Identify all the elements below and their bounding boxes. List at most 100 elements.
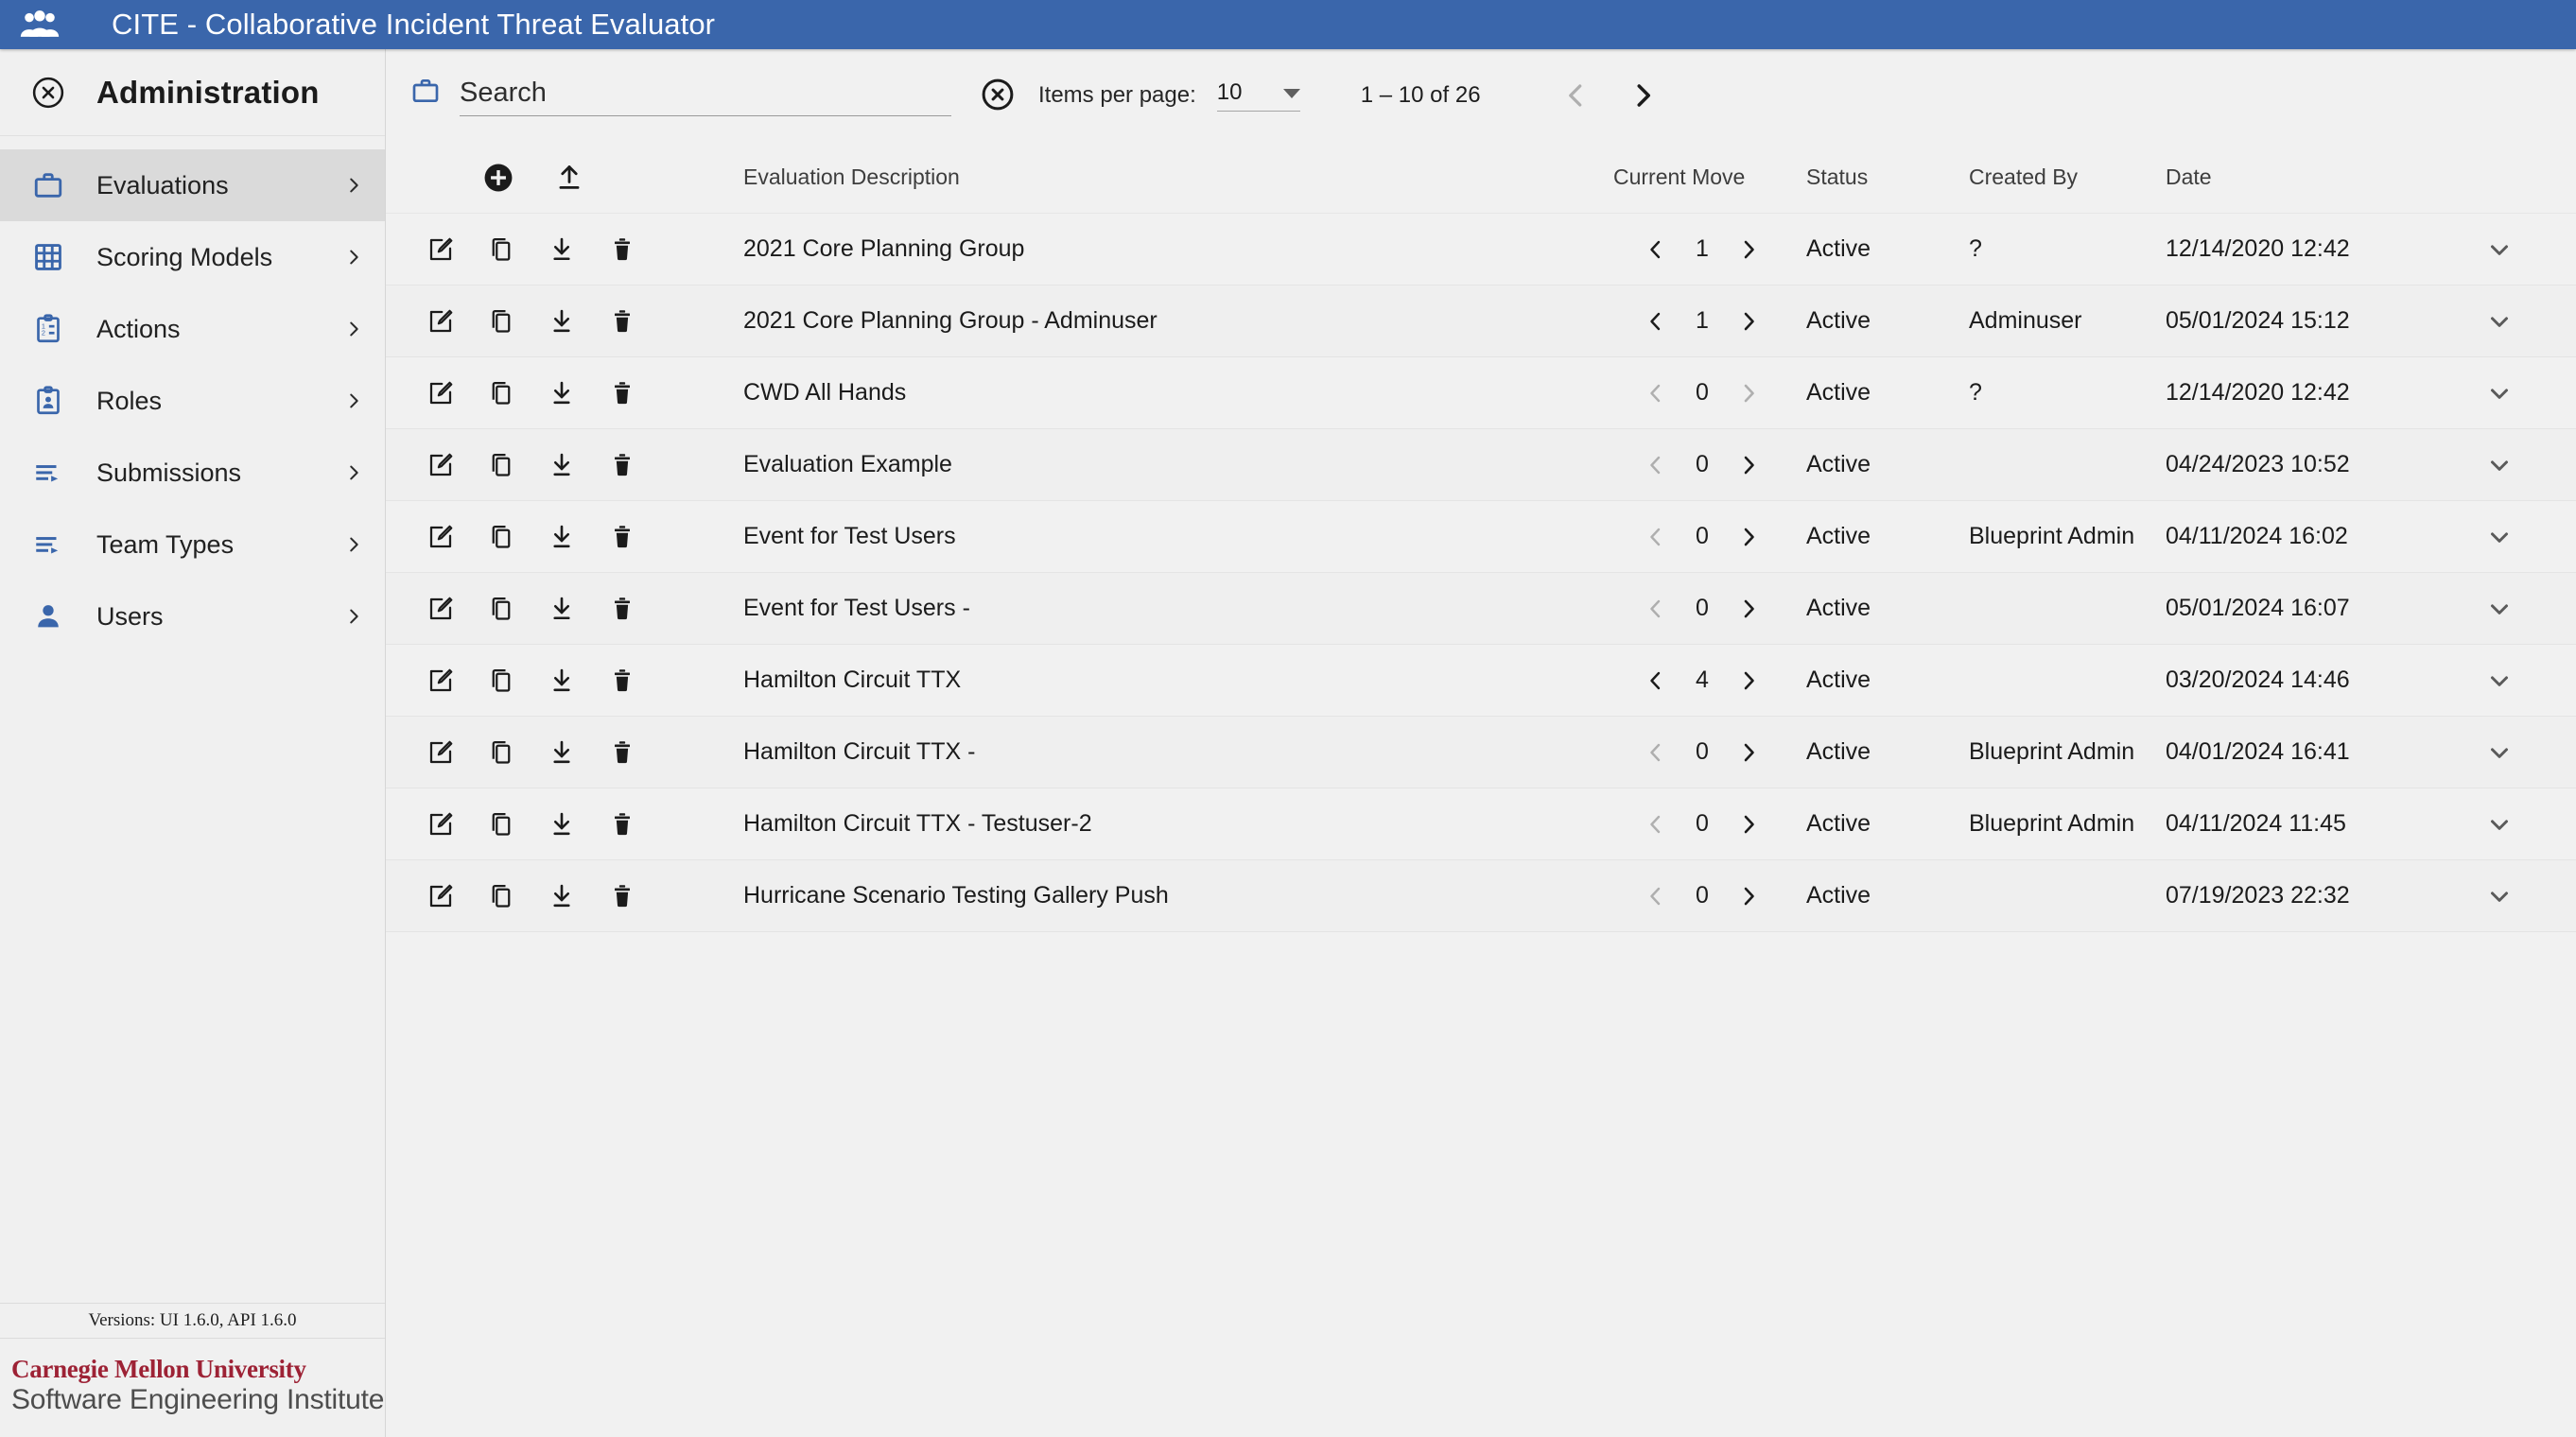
table-row[interactable]: 2021 Core Planning Group1Active?12/14/20…: [386, 214, 2576, 286]
row-expand-button[interactable]: [2447, 667, 2551, 695]
delete-row-button[interactable]: [592, 722, 653, 783]
move-next-button[interactable]: [1723, 583, 1774, 634]
edit-row-button[interactable]: [410, 219, 471, 280]
row-status: Active: [1791, 738, 1967, 766]
edit-row-button[interactable]: [410, 291, 471, 352]
delete-row-button[interactable]: [592, 507, 653, 567]
sidebar-item-evaluations[interactable]: Evaluations: [0, 149, 385, 221]
copy-row-button[interactable]: [471, 219, 531, 280]
row-expand-button[interactable]: [2447, 595, 2551, 623]
table-row[interactable]: Evaluation Example0Active04/24/2023 10:5…: [386, 429, 2576, 501]
move-previous-button[interactable]: [1630, 727, 1681, 778]
delete-row-button[interactable]: [592, 363, 653, 424]
clear-search-button[interactable]: [980, 77, 1016, 113]
move-previous-button[interactable]: [1630, 440, 1681, 491]
row-actions: [410, 435, 734, 495]
edit-row-button[interactable]: [410, 363, 471, 424]
row-expand-button[interactable]: [2447, 235, 2551, 264]
table-row[interactable]: Event for Test Users0ActiveBlueprint Adm…: [386, 501, 2576, 573]
edit-row-button[interactable]: [410, 507, 471, 567]
delete-row-button[interactable]: [592, 650, 653, 711]
row-current-move: 0: [1613, 368, 1791, 419]
delete-row-button[interactable]: [592, 435, 653, 495]
previous-page-button[interactable]: [1543, 62, 1610, 129]
row-expand-button[interactable]: [2447, 523, 2551, 551]
row-expand-button[interactable]: [2447, 307, 2551, 336]
table-row[interactable]: Hamilton Circuit TTX - Testuser-20Active…: [386, 788, 2576, 860]
row-expand-button[interactable]: [2447, 738, 2551, 767]
download-row-button[interactable]: [531, 507, 592, 567]
delete-row-button[interactable]: [592, 794, 653, 855]
download-row-button[interactable]: [531, 650, 592, 711]
delete-row-button[interactable]: [592, 579, 653, 639]
copy-row-button[interactable]: [471, 722, 531, 783]
download-row-button[interactable]: [531, 363, 592, 424]
edit-row-button[interactable]: [410, 866, 471, 926]
delete-row-button[interactable]: [592, 866, 653, 926]
row-expand-button[interactable]: [2447, 810, 2551, 839]
upload-icon[interactable]: [554, 163, 584, 193]
copy-row-button[interactable]: [471, 579, 531, 639]
delete-row-button[interactable]: [592, 291, 653, 352]
move-next-button[interactable]: [1723, 511, 1774, 563]
move-previous-button[interactable]: [1630, 655, 1681, 706]
copy-row-button[interactable]: [471, 866, 531, 926]
row-expand-button[interactable]: [2447, 379, 2551, 407]
copy-row-button[interactable]: [471, 650, 531, 711]
edit-row-button[interactable]: [410, 794, 471, 855]
edit-row-button[interactable]: [410, 579, 471, 639]
sidebar-item-submissions[interactable]: Submissions: [0, 437, 385, 509]
sidebar-item-scoring-models[interactable]: Scoring Models: [0, 221, 385, 293]
copy-row-button[interactable]: [471, 435, 531, 495]
download-row-button[interactable]: [531, 219, 592, 280]
row-expand-button[interactable]: [2447, 882, 2551, 910]
move-previous-button[interactable]: [1630, 583, 1681, 634]
move-next-button[interactable]: [1723, 368, 1774, 419]
search-input[interactable]: Search: [460, 78, 951, 116]
move-previous-button[interactable]: [1630, 871, 1681, 922]
move-next-button[interactable]: [1723, 799, 1774, 850]
copy-row-button[interactable]: [471, 794, 531, 855]
add-circle-icon[interactable]: [482, 162, 514, 194]
copy-row-button[interactable]: [471, 507, 531, 567]
move-previous-button[interactable]: [1630, 511, 1681, 563]
table-row[interactable]: Hamilton Circuit TTX4Active03/20/2024 14…: [386, 645, 2576, 717]
edit-row-button[interactable]: [410, 650, 471, 711]
move-previous-button[interactable]: [1630, 799, 1681, 850]
move-next-button[interactable]: [1723, 224, 1774, 275]
move-next-button[interactable]: [1723, 655, 1774, 706]
move-previous-button[interactable]: [1630, 296, 1681, 347]
table-row[interactable]: 2021 Core Planning Group - Adminuser1Act…: [386, 286, 2576, 357]
move-next-button[interactable]: [1723, 727, 1774, 778]
move-next-button[interactable]: [1723, 871, 1774, 922]
download-row-button[interactable]: [531, 291, 592, 352]
edit-row-button[interactable]: [410, 435, 471, 495]
next-page-button[interactable]: [1610, 62, 1676, 129]
download-row-button[interactable]: [531, 866, 592, 926]
sidebar-item-users[interactable]: Users: [0, 580, 385, 652]
table-row[interactable]: Event for Test Users -0Active05/01/2024 …: [386, 573, 2576, 645]
close-circle-icon[interactable]: [21, 75, 76, 111]
move-previous-button[interactable]: [1630, 368, 1681, 419]
move-previous-button[interactable]: [1630, 224, 1681, 275]
sidebar-item-team-types[interactable]: Team Types: [0, 509, 385, 580]
move-next-button[interactable]: [1723, 440, 1774, 491]
table-row[interactable]: CWD All Hands0Active?12/14/2020 12:42: [386, 357, 2576, 429]
sidebar-item-actions[interactable]: 1 2 Actions: [0, 293, 385, 365]
copy-row-button[interactable]: [471, 291, 531, 352]
edit-row-button[interactable]: [410, 722, 471, 783]
download-row-button[interactable]: [531, 579, 592, 639]
copy-row-button[interactable]: [471, 363, 531, 424]
table-row[interactable]: Hamilton Circuit TTX -0ActiveBlueprint A…: [386, 717, 2576, 788]
move-next-button[interactable]: [1723, 296, 1774, 347]
row-expand-button[interactable]: [2447, 451, 2551, 479]
delete-row-button[interactable]: [592, 219, 653, 280]
table-row[interactable]: Hurricane Scenario Testing Gallery Push0…: [386, 860, 2576, 932]
move-number: 0: [1681, 451, 1723, 478]
download-row-button[interactable]: [531, 794, 592, 855]
download-row-button[interactable]: [531, 435, 592, 495]
download-row-button[interactable]: [531, 722, 592, 783]
row-description: Hamilton Circuit TTX - Testuser-2: [734, 810, 1613, 838]
sidebar-item-roles[interactable]: Roles: [0, 365, 385, 437]
items-per-page-select[interactable]: 10: [1217, 79, 1300, 112]
